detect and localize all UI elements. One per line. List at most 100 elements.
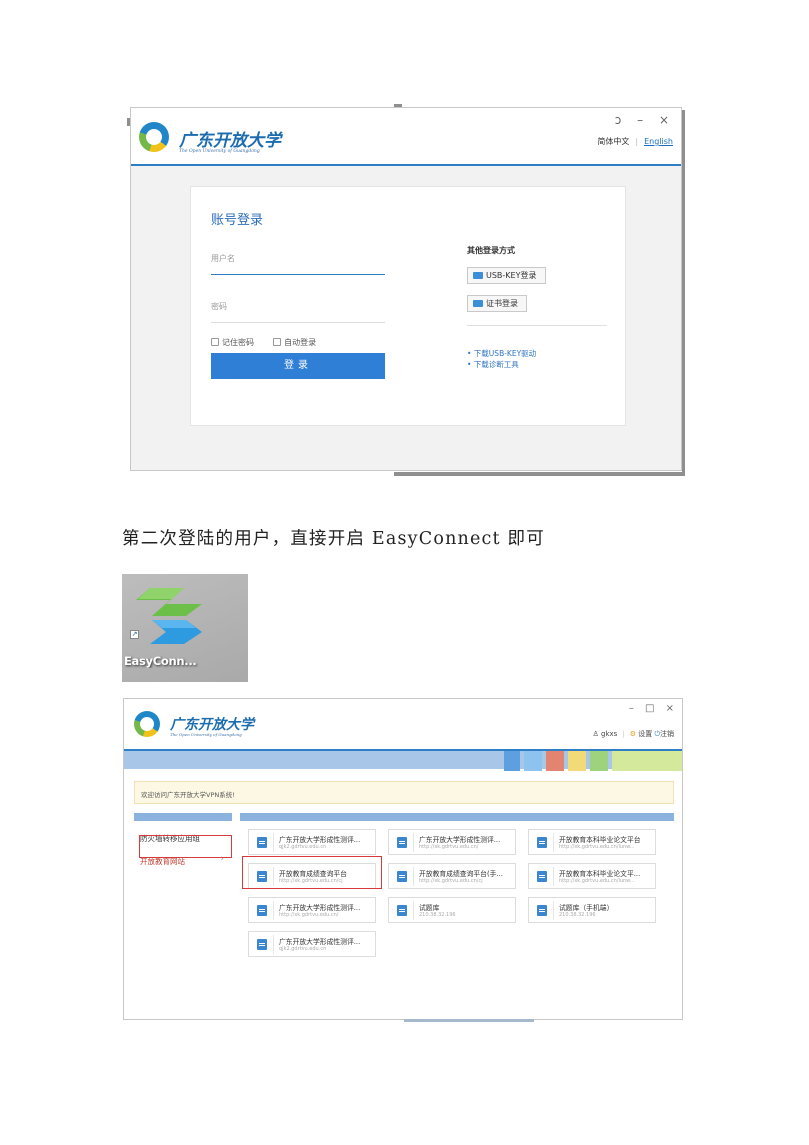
- sidebar-header-bar: [134, 813, 232, 821]
- tile-url: qjk2.gdrtvu.edu.cn: [279, 844, 327, 850]
- portal-window: 广东开放大学 The Open University of Guangdong …: [123, 698, 683, 1022]
- tile-url: http://xk.gdrtvu.edu.cn/lunw...: [559, 878, 635, 884]
- logo-english-name: The Open University of Guangdong: [170, 732, 242, 737]
- other-methods-title: 其他登录方式: [467, 246, 515, 255]
- resource-tile[interactable]: 试题库 210.38.32.196: [388, 897, 516, 923]
- lang-chinese-link[interactable]: 简体中文: [597, 137, 629, 146]
- tile-title: 开放教育成绩查询平台(手...: [419, 870, 503, 878]
- user-toolbar: ♙ gkxs | ⚙ 设置 ⏻注销: [592, 730, 674, 738]
- tile-url: http://xk.gdrtvu.edu.cn/lunw...: [559, 844, 635, 850]
- resource-tile[interactable]: 开放教育本科毕业论文平... http://xk.gdrtvu.edu.cn/lu…: [528, 863, 656, 889]
- panel-header-bar: [240, 813, 674, 821]
- portal-screenshot: 广东开放大学 The Open University of Guangdong …: [122, 697, 685, 1023]
- lang-english-link[interactable]: English: [644, 137, 673, 146]
- auto-login-label: 自动登录: [284, 338, 317, 347]
- window-controls[interactable]: – □ ×: [629, 703, 678, 714]
- web-resource-icon: [537, 837, 547, 848]
- web-resource-icon: [257, 939, 267, 950]
- tile-url: http://xk.gdrtvu.edu.cn/: [419, 844, 479, 850]
- download-links: 下载USB-KEY驱动 下载诊断工具: [467, 348, 536, 370]
- band-block: [546, 751, 564, 771]
- usb-key-label: USB-KEY登录: [486, 271, 537, 280]
- remember-checkbox[interactable]: [211, 338, 219, 346]
- window-header: 广东开放大学 The Open University of Guangdong …: [131, 108, 681, 166]
- web-resource-icon: [397, 837, 407, 848]
- resource-tile[interactable]: 开放教育本科毕业论文平台 http://xk.gdrtvu.edu.cn/lunw…: [528, 829, 656, 855]
- download-usb-driver-link[interactable]: 下载USB-KEY驱动: [467, 348, 536, 359]
- usb-key-login-button[interactable]: USB-KEY登录: [467, 267, 546, 284]
- login-title: 账号登录: [211, 213, 264, 228]
- portal-header: 广东开放大学 The Open University of Guangdong …: [124, 699, 682, 749]
- window-controls[interactable]: ɔ – ×: [615, 113, 675, 127]
- desktop-icon-label: EasyConn...: [124, 654, 197, 668]
- auto-login-checkbox[interactable]: [273, 338, 282, 346]
- tile-title: 试题库（手机端）: [559, 904, 614, 912]
- tile-url: qjk2.gdrtvu.edu.cn: [279, 946, 327, 952]
- resource-tile[interactable]: 广东开放大学形成性测评... http://xk.gdrtvu.edu.cn/: [388, 829, 516, 855]
- password-input[interactable]: 密码: [211, 293, 385, 323]
- tile-url: 210.38.32.196: [559, 912, 596, 918]
- easyconnect-app-icon[interactable]: [136, 586, 206, 644]
- background-sliver: [394, 472, 685, 476]
- university-logo-icon: [139, 122, 169, 152]
- header-band: [124, 749, 682, 771]
- username-input[interactable]: 用户名: [211, 245, 385, 275]
- university-logo-icon: [134, 711, 160, 737]
- tile-url: http://xk.gdrtvu.edu.cn/: [279, 912, 339, 918]
- tile-title: 试题库: [419, 904, 440, 912]
- tile-title: 开放教育本科毕业论文平台: [559, 836, 641, 844]
- web-resource-icon: [397, 871, 407, 882]
- gear-icon: ⚙: [629, 730, 636, 738]
- tile-title: 广东开放大学形成性测评...: [279, 836, 361, 844]
- resource-tile[interactable]: 广东开放大学形成性测评... qjk2.gdrtvu.edu.cn: [248, 829, 376, 855]
- download-diag-tool-link[interactable]: 下载诊断工具: [467, 359, 536, 370]
- logout-link[interactable]: 注销: [660, 730, 674, 738]
- resource-tile[interactable]: 广东开放大学形成性测评... http://xk.gdrtvu.edu.cn/: [248, 897, 376, 923]
- cert-label: 证书登录: [486, 299, 518, 308]
- tile-title: 广东开放大学形成性测评...: [279, 938, 361, 946]
- logo-chinese-name: 广东开放大学: [179, 131, 281, 151]
- resource-tile[interactable]: 试题库（手机端） 210.38.32.196: [528, 897, 656, 923]
- band-block: [504, 751, 520, 771]
- band-block: [612, 751, 682, 771]
- tile-title: 广东开放大学形成性测评...: [279, 904, 361, 912]
- certificate-icon: [473, 300, 483, 307]
- shortcut-arrow-icon: ↗: [130, 630, 139, 639]
- resource-tile[interactable]: 广东开放大学形成性测评... qjk2.gdrtvu.edu.cn: [248, 931, 376, 957]
- login-window: 广东开放大学 The Open University of Guangdong …: [130, 107, 682, 471]
- usb-key-icon: [473, 272, 483, 279]
- settings-link[interactable]: 设置: [638, 730, 652, 738]
- username-label[interactable]: gkxs: [601, 730, 617, 738]
- login-card: 账号登录 用户名 密码 记住密码 自动登录 登录 其他登录方式 USB-KEY登…: [190, 186, 626, 426]
- user-icon: ♙: [592, 730, 599, 738]
- horizontal-scrollbar[interactable]: [404, 1019, 534, 1022]
- band-block: [568, 751, 586, 771]
- logo-english-name: The Open University of Guangdong: [179, 149, 260, 154]
- band-block: [590, 751, 608, 771]
- tile-title: 广东开放大学形成性测评...: [419, 836, 501, 844]
- resource-panel: 广东开放大学形成性测评... qjk2.gdrtvu.edu.cn 广东开放大学形…: [240, 813, 674, 1013]
- logo-chinese-name: 广东开放大学: [170, 717, 254, 733]
- web-resource-icon: [257, 905, 267, 916]
- band-block: [524, 751, 542, 771]
- web-resource-icon: [537, 905, 547, 916]
- tile-url: 210.38.32.196: [419, 912, 456, 918]
- login-button[interactable]: 登录: [211, 353, 385, 379]
- tile-title: 开放教育本科毕业论文平...: [559, 870, 641, 878]
- web-resource-icon: [397, 905, 407, 916]
- login-screenshot: 广东开放大学 The Open University of Guangdong …: [127, 104, 685, 476]
- welcome-banner: 欢迎访问广东开放大学VPN系统!: [134, 781, 674, 804]
- desktop-icon-screenshot: ↗ EasyConn...: [122, 574, 248, 682]
- resource-tile[interactable]: 开放教育成绩查询平台(手... http://xk.gdrtvu.edu.cn/c…: [388, 863, 516, 889]
- tile-url: http://xk.gdrtvu.edu.cn/cj: [419, 878, 483, 884]
- web-resource-icon: [257, 837, 267, 848]
- web-resource-icon: [537, 871, 547, 882]
- divider: [467, 325, 607, 326]
- highlight-box: [242, 856, 382, 889]
- remember-label: 记住密码: [222, 338, 254, 347]
- cert-login-button[interactable]: 证书登录: [467, 295, 527, 312]
- instruction-text: 第二次登陆的用户，直接开启 EasyConnect 即可: [122, 529, 545, 549]
- background-sliver: [682, 110, 685, 472]
- login-options: 记住密码 自动登录: [211, 337, 316, 348]
- language-selector: 简体中文 | English: [597, 137, 673, 146]
